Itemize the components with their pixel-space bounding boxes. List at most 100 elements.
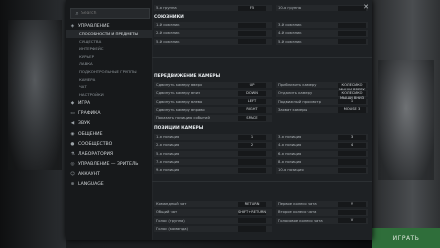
keybind-row[interactable]: Сдвинуть камеру влево LEFT — [154, 98, 272, 105]
keybind-button[interactable] — [238, 159, 266, 165]
keybind-row[interactable]: Приблизить камеру КОЛЕСИКО МЫШИ ВВЕРХ — [276, 82, 368, 92]
nav-subitem[interactable]: КУРЬЕР — [66, 53, 152, 61]
search-box[interactable]: ⌕ — [70, 8, 150, 19]
close-icon[interactable]: ✕ — [362, 3, 370, 11]
keybind-row[interactable]: Сдвинуть камеру вниз DOWN — [154, 90, 272, 97]
keybind-row[interactable]: Первое колесо чата Y — [276, 201, 368, 208]
nav-section-label: УПРАВЛЕНИЕ — ЗРИТЕЛЬ — [78, 162, 139, 168]
keybind-button[interactable]: 1 — [238, 134, 266, 140]
nav-section-общение[interactable]: ◉ ОБЩЕНИЕ — [66, 129, 152, 139]
keybind-label: Первое колесо чата — [278, 202, 317, 206]
keybind-row[interactable]: 6-я позиция — [276, 150, 368, 157]
nav-subitem[interactable]: ЛАВКА — [66, 60, 152, 68]
keybind-button[interactable] — [338, 22, 366, 28]
keybind-row[interactable]: 5-я группа F5 — [154, 5, 272, 12]
keybind-row[interactable]: Голос (группа) — [154, 217, 272, 224]
keybind-row[interactable]: Сдвинуть камеру вправо RIGHT — [154, 106, 272, 114]
group-title-camera-move: ПЕРЕДВИЖЕНИЕ КАМЕРЫ — [154, 74, 221, 79]
keybind-button[interactable]: 1 — [338, 99, 366, 105]
keybind-button[interactable]: DOWN — [238, 90, 266, 97]
keybind-button[interactable]: КОЛЕСИКО МЫШИ ВНИЗ — [338, 90, 366, 100]
keybind-label: 7-я позиция — [156, 159, 180, 164]
nav-section-аккаунт[interactable]: ☺ АККАУНТ — [66, 170, 152, 180]
keybind-label: 5-я позиция — [156, 151, 180, 156]
nav-subitem[interactable]: НАСТРОЙКИ — [66, 91, 152, 99]
keybind-button[interactable] — [338, 151, 366, 157]
keybind-button[interactable]: КОЛЕСИКО МЫШИ ВВЕРХ — [338, 82, 366, 92]
keybind-button[interactable]: RIGHT — [238, 107, 266, 113]
keybind-button[interactable]: SHIFT+RETURN — [238, 209, 266, 216]
nav-subitem[interactable]: ИНТЕРФЕЙС — [66, 45, 152, 53]
keybind-button[interactable] — [338, 167, 366, 173]
nav-section-сообщество[interactable]: ● СООБЩЕСТВО — [66, 139, 152, 149]
keybind-button[interactable]: 2 — [238, 142, 266, 149]
nav-section-звук[interactable]: ◀ ЗВУК — [66, 119, 152, 129]
eye-icon: ◎ — [70, 162, 75, 168]
keybind-label: Сдвинуть камеру вверх — [156, 83, 203, 87]
keybind-row[interactable]: Общий чат SHIFT+RETURN — [154, 209, 272, 216]
keybind-row[interactable]: Командный чат RETURN — [154, 201, 272, 208]
keybind-button[interactable]: F5 — [238, 5, 266, 11]
keybind-button[interactable] — [338, 209, 366, 216]
keybind-button[interactable]: UP — [238, 82, 266, 88]
keybind-row[interactable]: 8-я позиция — [276, 158, 368, 166]
nav-section-графика[interactable]: ▭ ГРАФИКА — [66, 109, 152, 119]
keybind-row[interactable]: Захват камеры MOUSE 3 — [276, 106, 368, 114]
nav-subitem[interactable]: СУЩЕСТВА — [66, 38, 152, 46]
keybind-button[interactable]: LEFT — [238, 99, 266, 105]
keybind-button[interactable] — [238, 30, 266, 37]
keybind-row[interactable]: Сдвинуть камеру вверх UP — [154, 82, 272, 89]
play-button[interactable]: ИГРАТЬ — [372, 228, 440, 248]
keybind-button[interactable] — [238, 218, 266, 224]
keybind-button[interactable]: Y — [338, 201, 366, 207]
keybind-row[interactable]: Подвижный просмотр 1 — [276, 98, 368, 105]
keybind-row[interactable]: 10-я группа — [276, 5, 368, 12]
keybind-row[interactable]: 4-я позиция 4 — [276, 142, 368, 149]
keybind-label: Голос (команда) — [156, 226, 188, 231]
divider — [152, 181, 372, 182]
keybind-row[interactable]: 1-я позиция 1 — [154, 134, 272, 141]
keybind-button[interactable] — [238, 22, 266, 28]
nav-section-игра[interactable]: ◆ ИГРА — [66, 98, 152, 108]
nav-subitem[interactable]: СПОСОБНОСТИ И ПРЕДМЕТЫ — [66, 30, 152, 38]
nav-section-управление-зритель[interactable]: ◎ УПРАВЛЕНИЕ — ЗРИТЕЛЬ — [66, 159, 152, 169]
keybind-button[interactable] — [238, 167, 266, 173]
keybind-row[interactable]: 7-я позиция — [154, 158, 272, 166]
keybind-button[interactable]: RETURN — [238, 201, 266, 207]
keybind-button[interactable] — [338, 39, 366, 45]
keybind-row[interactable]: 2-я позиция 2 — [154, 142, 272, 149]
keybind-row[interactable]: 10-я позиция — [276, 167, 368, 174]
keybind-button[interactable] — [238, 226, 266, 232]
keybind-button[interactable] — [238, 151, 266, 157]
keybind-row[interactable]: 1-й союзник — [154, 22, 272, 29]
keybind-row[interactable]: 3-й союзник — [276, 22, 368, 29]
keybind-row[interactable]: 5-й союзник — [154, 38, 272, 45]
keybind-row[interactable]: 4-й союзник — [276, 30, 368, 37]
nav-section-лаборатория[interactable]: ⚗ ЛАБОРАТОРИЯ — [66, 149, 152, 159]
search-input[interactable] — [81, 11, 143, 16]
monitor-icon: ▭ — [70, 111, 75, 117]
keybind-button[interactable]: 3 — [338, 134, 366, 140]
keybind-button[interactable] — [338, 30, 366, 37]
nav-section-управление[interactable]: ◈ УПРАВЛЕНИЕ — [66, 22, 152, 30]
keybind-row[interactable]: Голосовое колесо чата V — [276, 217, 368, 224]
keybind-row[interactable]: Показать позицию событий SPACE — [154, 115, 272, 122]
keybind-row[interactable]: Отдалить камеру КОЛЕСИКО МЫШИ ВНИЗ — [276, 90, 368, 100]
nav-subitem[interactable]: ЧАТ — [66, 83, 152, 91]
keybind-row[interactable]: 5-й союзник — [276, 38, 368, 45]
keybind-row[interactable]: 5-я позиция — [154, 150, 272, 157]
keybind-button[interactable] — [238, 39, 266, 45]
nav-subitem[interactable]: КАМЕРА — [66, 76, 152, 84]
keybind-row[interactable]: Голос (команда) — [154, 225, 272, 233]
keybind-button[interactable]: 4 — [338, 142, 366, 149]
keybind-row[interactable]: Второе колесо чата — [276, 209, 368, 216]
keybind-row[interactable]: 2-й союзник — [154, 30, 272, 37]
keybind-button[interactable]: MOUSE 3 — [338, 107, 366, 113]
nav-section-language[interactable]: ⊕ LANGUAGE — [66, 180, 152, 190]
keybind-button[interactable]: SPACE — [238, 115, 266, 121]
keybind-row[interactable]: 9-я позиция — [154, 167, 272, 174]
keybind-button[interactable]: V — [338, 218, 366, 224]
nav-subitem[interactable]: ПОДКОНТРОЛЬНЫЕ ГРУППЫ — [66, 68, 152, 76]
keybind-row[interactable]: 3-я позиция 3 — [276, 134, 368, 141]
keybind-button[interactable] — [338, 159, 366, 165]
